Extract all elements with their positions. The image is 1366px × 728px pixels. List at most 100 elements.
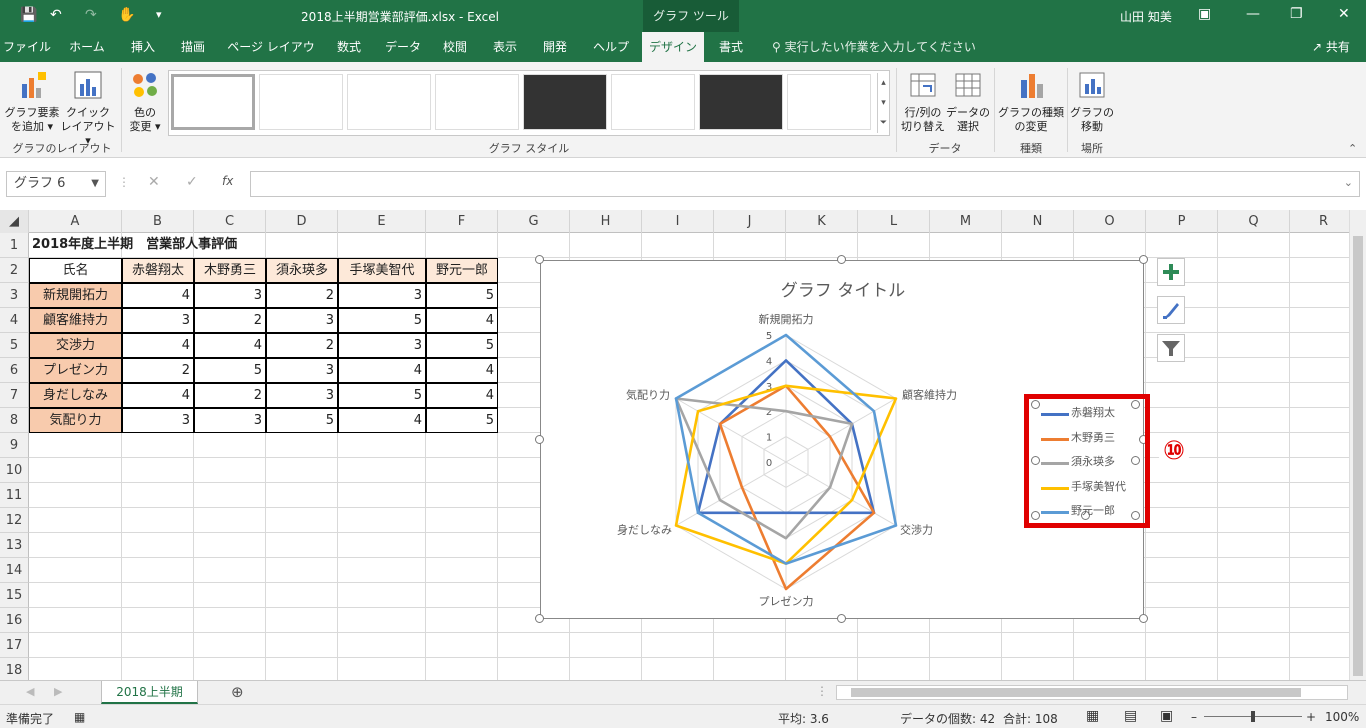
cell[interactable]: 4 xyxy=(122,283,194,308)
cell[interactable]: 2 xyxy=(194,308,266,333)
row-header[interactable]: 13 xyxy=(0,533,29,558)
cell[interactable]: 2 xyxy=(266,333,338,358)
cell[interactable]: 3 xyxy=(122,308,194,333)
horizontal-scroll-thumb[interactable] xyxy=(851,688,1301,697)
column-header[interactable]: D xyxy=(266,210,338,233)
change-chart-type-button[interactable]: グラフの種類 の変更 xyxy=(998,70,1064,134)
axis-label[interactable]: 気配り力 xyxy=(626,388,670,402)
chart-style-8[interactable] xyxy=(787,74,871,130)
tab-page-layout[interactable]: ページ レイアウト xyxy=(222,32,320,84)
column-header[interactable]: G xyxy=(498,210,570,233)
axis-label[interactable]: 身だしなみ xyxy=(617,523,672,537)
enter-icon[interactable]: ✓ xyxy=(186,174,198,190)
cell[interactable]: 木野勇三 xyxy=(194,258,266,283)
name-box[interactable]: グラフ 6 ▼ xyxy=(6,171,106,197)
tab-review[interactable]: 校閲 xyxy=(432,32,478,62)
column-header[interactable]: J xyxy=(714,210,786,233)
chart-style-1[interactable] xyxy=(171,74,255,130)
cell[interactable]: 5 xyxy=(266,408,338,433)
tab-insert[interactable]: 挿入 xyxy=(118,32,168,62)
row-header[interactable]: 17 xyxy=(0,633,29,658)
chart-elements-button[interactable] xyxy=(1157,258,1185,286)
column-header[interactable]: M xyxy=(930,210,1002,233)
cell[interactable]: 顧客維持力 xyxy=(29,308,122,333)
ribbon-display-icon[interactable]: ▣ xyxy=(1198,6,1211,22)
legend-entry[interactable]: 赤磐翔太 xyxy=(1071,404,1115,420)
axis-label[interactable]: 顧客維持力 xyxy=(902,388,957,402)
new-sheet-icon[interactable]: ⊕ xyxy=(231,683,244,701)
column-header[interactable]: F xyxy=(426,210,498,233)
tell-me-search[interactable]: ⚲ 実行したい作業を入力してください xyxy=(772,32,976,62)
row-header[interactable]: 8 xyxy=(0,408,29,433)
column-header[interactable]: N xyxy=(1002,210,1074,233)
user-name[interactable]: 山田 知美 xyxy=(1120,8,1172,25)
collapse-ribbon-icon[interactable]: ⌃ xyxy=(1348,142,1357,155)
column-header[interactable]: L xyxy=(858,210,930,233)
row-header[interactable]: 16 xyxy=(0,608,29,633)
cell[interactable]: 3 xyxy=(194,283,266,308)
tab-help[interactable]: ヘルプ xyxy=(584,32,638,62)
normal-view-icon[interactable]: ▦ xyxy=(1086,708,1099,724)
chart-style-2[interactable] xyxy=(259,74,343,130)
restore-icon[interactable]: ❐ xyxy=(1290,6,1303,22)
column-header[interactable]: O xyxy=(1074,210,1146,233)
cell[interactable]: 気配り力 xyxy=(29,408,122,433)
cell[interactable]: 新規開拓力 xyxy=(29,283,122,308)
scroll-tabs-right-icon[interactable]: ▶ xyxy=(54,685,62,698)
zoom-out-icon[interactable]: – xyxy=(1191,710,1197,724)
cell[interactable]: 3 xyxy=(266,308,338,333)
cell[interactable]: 2 xyxy=(266,283,338,308)
cell[interactable]: 野元一郎 xyxy=(426,258,498,283)
cell[interactable]: 5 xyxy=(426,333,498,358)
resize-handle[interactable] xyxy=(535,614,544,623)
chart-style-7[interactable] xyxy=(699,74,783,130)
chart-styles-gallery[interactable]: ▴ ▾ ⏷ xyxy=(168,70,890,136)
resize-handle[interactable] xyxy=(535,435,544,444)
page-layout-view-icon[interactable]: ▤ xyxy=(1124,708,1137,724)
cell[interactable]: 3 xyxy=(338,333,426,358)
expand-formula-icon[interactable]: ⌄ xyxy=(1344,176,1353,189)
column-header[interactable]: Q xyxy=(1218,210,1290,233)
cancel-icon[interactable]: ✕ xyxy=(148,174,160,190)
cell[interactable]: 手塚美智代 xyxy=(338,258,426,283)
legend-entry[interactable]: 木野勇三 xyxy=(1071,429,1115,445)
cell[interactable]: 4 xyxy=(194,333,266,358)
formula-input[interactable]: ⌄ xyxy=(250,171,1360,197)
resize-handle[interactable] xyxy=(1139,614,1148,623)
zoom-slider-thumb[interactable] xyxy=(1251,711,1255,722)
zoom-level[interactable]: 100% xyxy=(1325,710,1359,724)
axis-label[interactable]: 交渉力 xyxy=(900,523,933,537)
cell[interactable]: 2 xyxy=(122,358,194,383)
tab-draw[interactable]: 描画 xyxy=(170,32,216,62)
column-header[interactable]: P xyxy=(1146,210,1218,233)
zoom-in-icon[interactable]: + xyxy=(1306,710,1316,724)
row-header[interactable]: 12 xyxy=(0,508,29,533)
tab-split-icon[interactable]: ⋮ xyxy=(816,684,828,698)
macro-record-icon[interactable]: ▦ xyxy=(74,710,85,724)
resize-handle[interactable] xyxy=(837,614,846,623)
cell[interactable]: 4 xyxy=(426,358,498,383)
cell[interactable]: 3 xyxy=(266,383,338,408)
gallery-scroll[interactable]: ▴ ▾ ⏷ xyxy=(877,73,889,133)
row-header[interactable]: 11 xyxy=(0,483,29,508)
cell[interactable]: 3 xyxy=(194,408,266,433)
quick-layout-button[interactable]: クイック レイアウト ▾ xyxy=(58,70,118,148)
select-data-button[interactable]: データの 選択 xyxy=(946,70,990,134)
cell[interactable]: プレゼン力 xyxy=(29,358,122,383)
column-header[interactable]: K xyxy=(786,210,858,233)
column-header[interactable]: I xyxy=(642,210,714,233)
legend-entry[interactable]: 野元一郎 xyxy=(1071,502,1115,518)
row-header[interactable]: 6 xyxy=(0,358,29,383)
cell[interactable]: 4 xyxy=(338,408,426,433)
tab-formulas[interactable]: 数式 xyxy=(326,32,372,62)
cell[interactable]: 身だしなみ xyxy=(29,383,122,408)
chart-style-3[interactable] xyxy=(347,74,431,130)
row-header[interactable]: 1 xyxy=(0,233,29,258)
tab-data[interactable]: データ xyxy=(378,32,428,62)
row-header[interactable]: 2 xyxy=(0,258,29,283)
tab-file[interactable]: ファイル xyxy=(0,32,54,62)
column-header[interactable]: E xyxy=(338,210,426,233)
row-header[interactable]: 10 xyxy=(0,458,29,483)
status-average[interactable]: 平均: 3.6 xyxy=(778,710,829,727)
page-break-view-icon[interactable]: ▣ xyxy=(1160,708,1173,724)
